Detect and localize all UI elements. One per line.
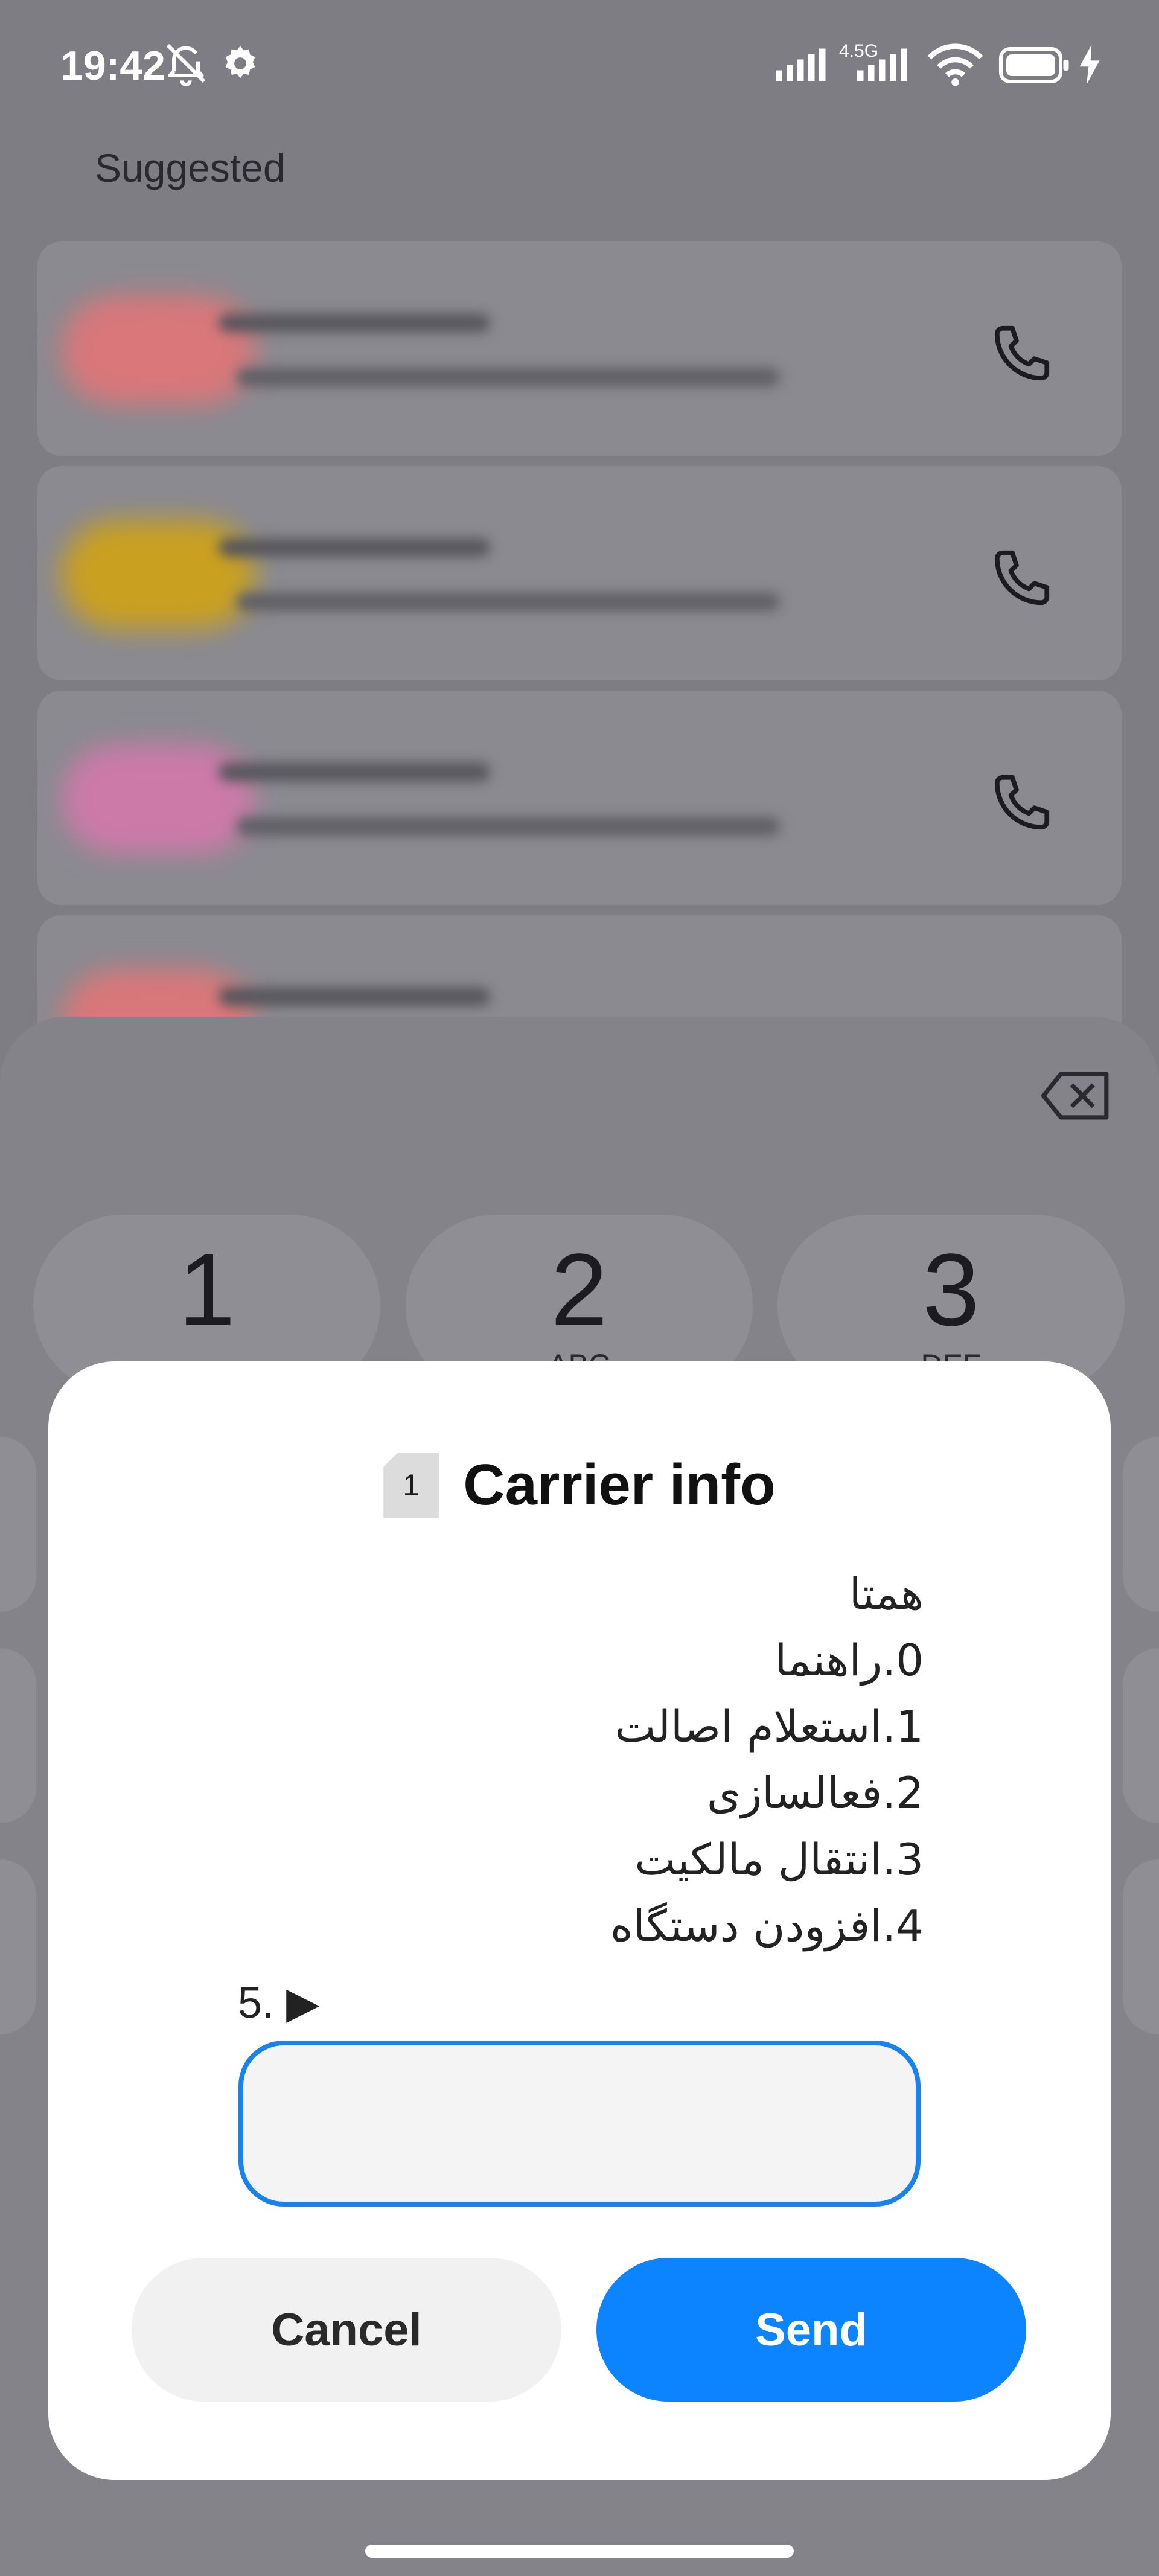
phone-call-icon[interactable] bbox=[989, 545, 1055, 611]
send-button[interactable]: Send bbox=[596, 2258, 1026, 2402]
status-bar: 19:42 4.5G bbox=[0, 0, 1159, 133]
contact-number-blurred bbox=[237, 368, 780, 386]
backspace-icon[interactable] bbox=[1041, 1069, 1111, 1123]
key-digit: 3 bbox=[922, 1233, 980, 1347]
wifi-icon bbox=[927, 43, 983, 86]
contact-name-blurred bbox=[219, 539, 490, 557]
phone-call-icon[interactable] bbox=[989, 320, 1055, 386]
battery-icon bbox=[999, 47, 1069, 83]
signal-icon bbox=[857, 48, 907, 81]
ussd-message-line: همتا bbox=[849, 1568, 924, 1619]
suggested-contact-row[interactable] bbox=[37, 691, 1122, 905]
contact-avatar bbox=[62, 745, 255, 854]
ussd-message-line: 2.فعالسازی bbox=[706, 1768, 924, 1818]
ussd-message-line: 3.انتقال مالکیت bbox=[634, 1834, 924, 1885]
contact-number-blurred bbox=[237, 817, 780, 836]
suggested-section-title: Suggested bbox=[95, 145, 286, 190]
carrier-info-dialog: 1 Carrier info همتا 0.راهنما 1.استعلام ا… bbox=[48, 1361, 1111, 2480]
dialpad-key-hidden bbox=[0, 1437, 36, 1612]
phone-call-icon[interactable] bbox=[989, 769, 1055, 836]
key-digit: 1 bbox=[178, 1233, 235, 1347]
contact-name-blurred bbox=[219, 988, 490, 1006]
contact-avatar bbox=[62, 520, 255, 629]
ussd-more-prompt: 5. ▶ bbox=[238, 1979, 320, 2027]
charging-icon bbox=[1079, 45, 1100, 85]
dialog-title-row: 1 Carrier info bbox=[48, 1446, 1111, 1524]
home-indicator[interactable] bbox=[365, 2545, 794, 2558]
key-digit: 2 bbox=[551, 1233, 608, 1347]
contact-avatar bbox=[62, 296, 255, 404]
suggested-contact-row[interactable] bbox=[37, 241, 1122, 456]
sim-slot-number: 1 bbox=[403, 1468, 420, 1502]
dialpad-key-hidden bbox=[1123, 1859, 1159, 2034]
ussd-message-line: 4.افزودن دستگاه bbox=[610, 1900, 924, 1951]
dialpad-key-hidden bbox=[0, 1859, 36, 2034]
sim-card-icon: 1 bbox=[383, 1453, 439, 1518]
dialog-title: Carrier info bbox=[463, 1453, 776, 1517]
settings-gear-icon bbox=[225, 46, 255, 78]
signal-icon bbox=[776, 48, 826, 81]
ussd-message: همتا 0.راهنما 1.استعلام اصالت 2.فعالسازی… bbox=[610, 1561, 924, 1959]
contact-name-blurred bbox=[219, 763, 490, 781]
ussd-message-line: 0.راهنما bbox=[774, 1635, 924, 1686]
dialpad-key-hidden bbox=[1123, 1648, 1159, 1823]
contact-number-blurred bbox=[237, 593, 780, 611]
dialpad-key-hidden bbox=[1123, 1437, 1159, 1612]
ussd-reply-input[interactable] bbox=[238, 2041, 921, 2207]
status-time: 19:42 bbox=[60, 43, 165, 89]
mute-bell-icon bbox=[166, 43, 206, 86]
dialpad-key-hidden bbox=[0, 1648, 36, 1823]
ussd-message-line: 1.استعلام اصالت bbox=[615, 1701, 924, 1752]
suggested-contact-row[interactable] bbox=[37, 466, 1122, 680]
cancel-button[interactable]: Cancel bbox=[132, 2258, 561, 2402]
contact-name-blurred bbox=[219, 314, 490, 332]
